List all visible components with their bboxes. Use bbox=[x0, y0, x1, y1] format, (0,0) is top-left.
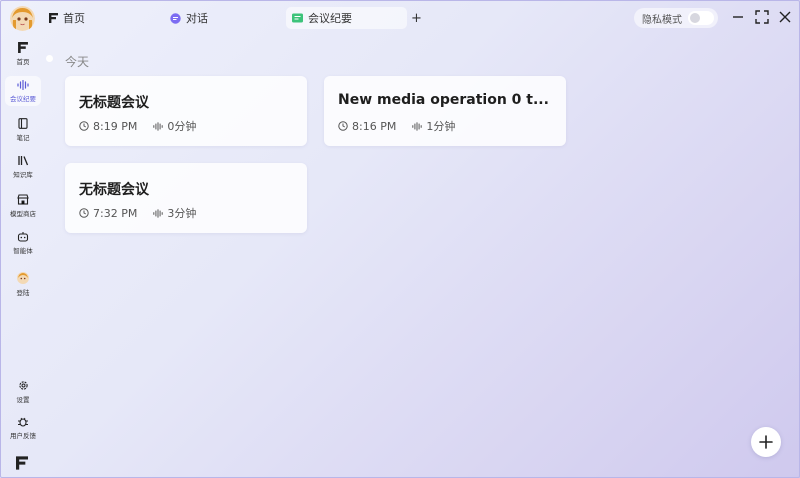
tab-meeting-notes[interactable]: 会议纪要 bbox=[286, 7, 407, 29]
meeting-meta: 8:19 PM 0分钟 bbox=[79, 118, 212, 134]
fullscreen-icon bbox=[755, 10, 769, 24]
meeting-duration: 3分钟 bbox=[167, 207, 197, 220]
close-button[interactable] bbox=[776, 7, 794, 27]
tab-label: 首页 bbox=[63, 12, 85, 25]
meeting-title: 无标题会议 bbox=[79, 95, 149, 111]
avatar-icon bbox=[17, 271, 29, 284]
minimize-button[interactable] bbox=[729, 7, 747, 27]
waveform-icon bbox=[17, 79, 29, 90]
meeting-duration: 0分钟 bbox=[167, 120, 197, 133]
app-window: 首页 对话 会议纪要 + 隐私模式 首页 会议纪要 笔记 知识库 模型商店 智能… bbox=[0, 0, 800, 478]
privacy-mode-toggle[interactable]: 隐私模式 bbox=[634, 8, 718, 28]
meeting-notes-icon bbox=[292, 13, 303, 23]
meeting-title: 无标题会议 bbox=[79, 182, 149, 198]
fullscreen-button[interactable] bbox=[753, 7, 771, 27]
privacy-mode-label: 隐私模式 bbox=[642, 14, 682, 26]
toggle-switch[interactable] bbox=[688, 11, 714, 25]
new-meeting-button[interactable] bbox=[751, 427, 781, 457]
sidebar-item-agent[interactable]: 智能体 bbox=[5, 228, 41, 258]
store-icon bbox=[17, 194, 29, 205]
sidebar-item-home[interactable]: 首页 bbox=[5, 39, 41, 69]
gear-icon bbox=[18, 381, 28, 390]
meeting-duration: 1分钟 bbox=[426, 120, 456, 133]
sidebar-item-label: 用户反馈 bbox=[10, 432, 36, 440]
clock-icon bbox=[79, 121, 89, 131]
meeting-meta: 7:32 PM 3分钟 bbox=[79, 205, 212, 221]
meeting-time: 8:16 PM bbox=[352, 119, 397, 133]
minimize-icon bbox=[733, 16, 743, 18]
meeting-meta: 8:16 PM 1分钟 bbox=[338, 118, 471, 134]
logo-icon bbox=[49, 13, 58, 23]
meeting-card[interactable]: 无标题会议 7:32 PM 3分钟 bbox=[65, 163, 307, 233]
sidebar-item-login[interactable]: 登陆 bbox=[5, 269, 41, 299]
waveform-icon bbox=[412, 121, 422, 131]
robot-icon bbox=[17, 232, 29, 242]
meeting-card[interactable]: 无标题会议 8:19 PM 0分钟 bbox=[65, 76, 307, 146]
sidebar-item-meeting-notes[interactable]: 会议纪要 bbox=[5, 76, 41, 106]
user-avatar[interactable] bbox=[10, 6, 35, 31]
sidebar-item-label: 登陆 bbox=[16, 288, 30, 297]
sidebar-item-label: 知识库 bbox=[13, 171, 33, 179]
meeting-card[interactable]: New media operation 0 t... 8:16 PM 1分钟 bbox=[324, 76, 566, 146]
chat-bubble-icon bbox=[170, 12, 181, 24]
logo-icon bbox=[18, 42, 28, 53]
waveform-icon bbox=[153, 121, 163, 131]
waveform-icon bbox=[153, 208, 163, 218]
sidebar-item-label: 智能体 bbox=[13, 247, 33, 255]
sidebar: 首页 会议纪要 笔记 知识库 模型商店 智能体 登陆 设置 用户反馈 bbox=[1, 35, 45, 478]
section-title-today: 今天 bbox=[65, 55, 90, 69]
meeting-time: 8:19 PM bbox=[93, 119, 138, 133]
sidebar-item-settings[interactable]: 设置 bbox=[5, 377, 41, 407]
tab-label: 对话 bbox=[186, 12, 208, 25]
tab-label: 会议纪要 bbox=[308, 12, 352, 25]
sidebar-item-notes[interactable]: 笔记 bbox=[5, 115, 41, 145]
timeline-dot bbox=[46, 55, 53, 62]
meeting-title: New media operation 0 t... bbox=[338, 92, 549, 108]
notebook-icon bbox=[18, 118, 28, 129]
logo-icon bbox=[16, 456, 28, 470]
sidebar-item-model-store[interactable]: 模型商店 bbox=[5, 191, 41, 221]
meeting-time: 7:32 PM bbox=[93, 206, 138, 220]
sidebar-item-label: 首页 bbox=[16, 58, 30, 66]
sidebar-item-label: 会议纪要 bbox=[10, 94, 36, 103]
title-bar: 首页 对话 会议纪要 + 隐私模式 bbox=[1, 1, 800, 35]
sidebar-item-knowledge-base[interactable]: 知识库 bbox=[5, 152, 41, 182]
clock-icon bbox=[79, 208, 89, 218]
books-icon bbox=[17, 156, 28, 166]
bug-icon bbox=[18, 417, 28, 427]
close-icon bbox=[779, 11, 791, 23]
brand-logo bbox=[16, 455, 28, 474]
sidebar-item-label: 设置 bbox=[16, 396, 30, 404]
clock-icon bbox=[338, 121, 348, 131]
tab-chat[interactable]: 对话 bbox=[164, 7, 214, 29]
add-tab-button[interactable]: + bbox=[405, 7, 428, 29]
sidebar-item-feedback[interactable]: 用户反馈 bbox=[5, 413, 41, 443]
plus-icon bbox=[759, 435, 773, 449]
sidebar-item-label: 模型商店 bbox=[10, 210, 36, 218]
sidebar-item-label: 笔记 bbox=[16, 134, 30, 142]
tab-home[interactable]: 首页 bbox=[43, 7, 91, 29]
